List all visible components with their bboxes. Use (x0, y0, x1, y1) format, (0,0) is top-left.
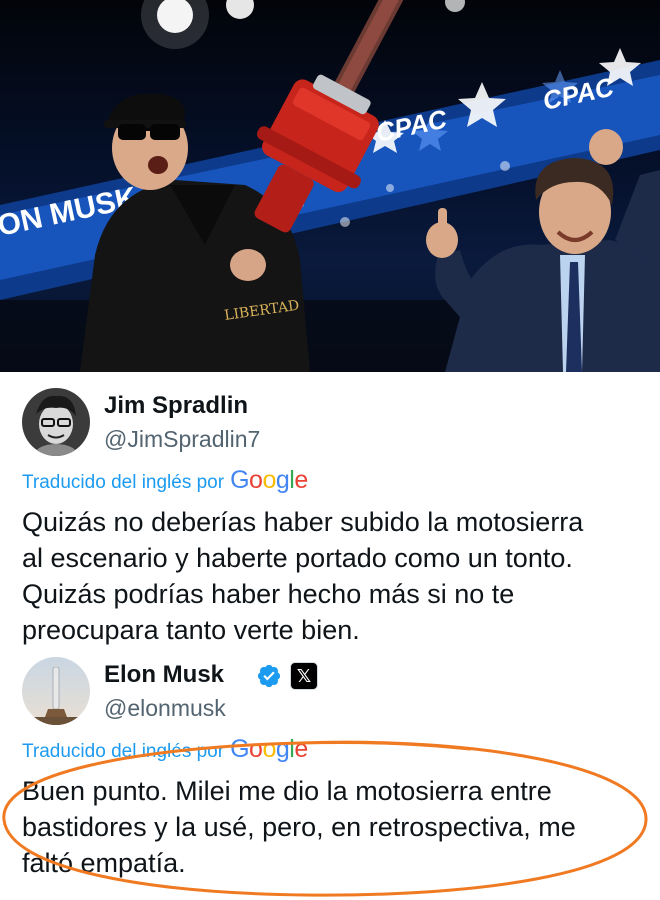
tweet-text: Quizás no deberías haber subido la motos… (22, 504, 652, 648)
google-logo: Google (230, 466, 308, 494)
user-handle[interactable]: @JimSpradlin7 (104, 426, 260, 453)
tweet-text-line: Quizás podrías haber hecho más si no te (22, 579, 515, 609)
translated-label: Traducido del inglés por (22, 741, 225, 762)
avatar[interactable] (22, 388, 90, 456)
tweet-text-line: Buen punto. Milei me dio la motosierra e… (22, 776, 552, 806)
google-logo: Google (230, 735, 308, 763)
photo-illustration: ON MUSK CPAC CPAC LIBERTAD (0, 0, 660, 372)
display-name[interactable]: Jim Spradlin (104, 392, 248, 420)
tweet-text: Buen punto. Milei me dio la motosierra e… (22, 773, 652, 881)
display-name[interactable]: Elon Musk (104, 661, 224, 689)
translation-attribution[interactable]: Traducido del inglés por Google (22, 735, 308, 764)
tweet-text-line: faltó empatía. (22, 848, 186, 878)
verified-badge-icon[interactable] (256, 663, 282, 689)
tweet-text-line: preocupara tanto verte bien. (22, 615, 360, 645)
avatar-person-icon (22, 388, 90, 456)
avatar[interactable] (22, 657, 90, 725)
tweet-text-line: al escenario y haberte portado como un t… (22, 543, 573, 573)
translation-attribution[interactable]: Traducido del inglés por Google (22, 466, 308, 495)
x-affiliate-badge-icon[interactable]: 𝕏 (290, 662, 318, 690)
user-handle[interactable]: @elonmusk (104, 695, 226, 722)
tweet-media-photo[interactable]: ON MUSK CPAC CPAC LIBERTAD (0, 0, 660, 372)
translated-label: Traducido del inglés por (22, 472, 225, 493)
avatar-rocket-icon (22, 657, 90, 725)
tweet-text-line: Quizás no deberías haber subido la motos… (22, 507, 584, 537)
tweet-text-line: bastidores y la usé, pero, en retrospect… (22, 812, 576, 842)
